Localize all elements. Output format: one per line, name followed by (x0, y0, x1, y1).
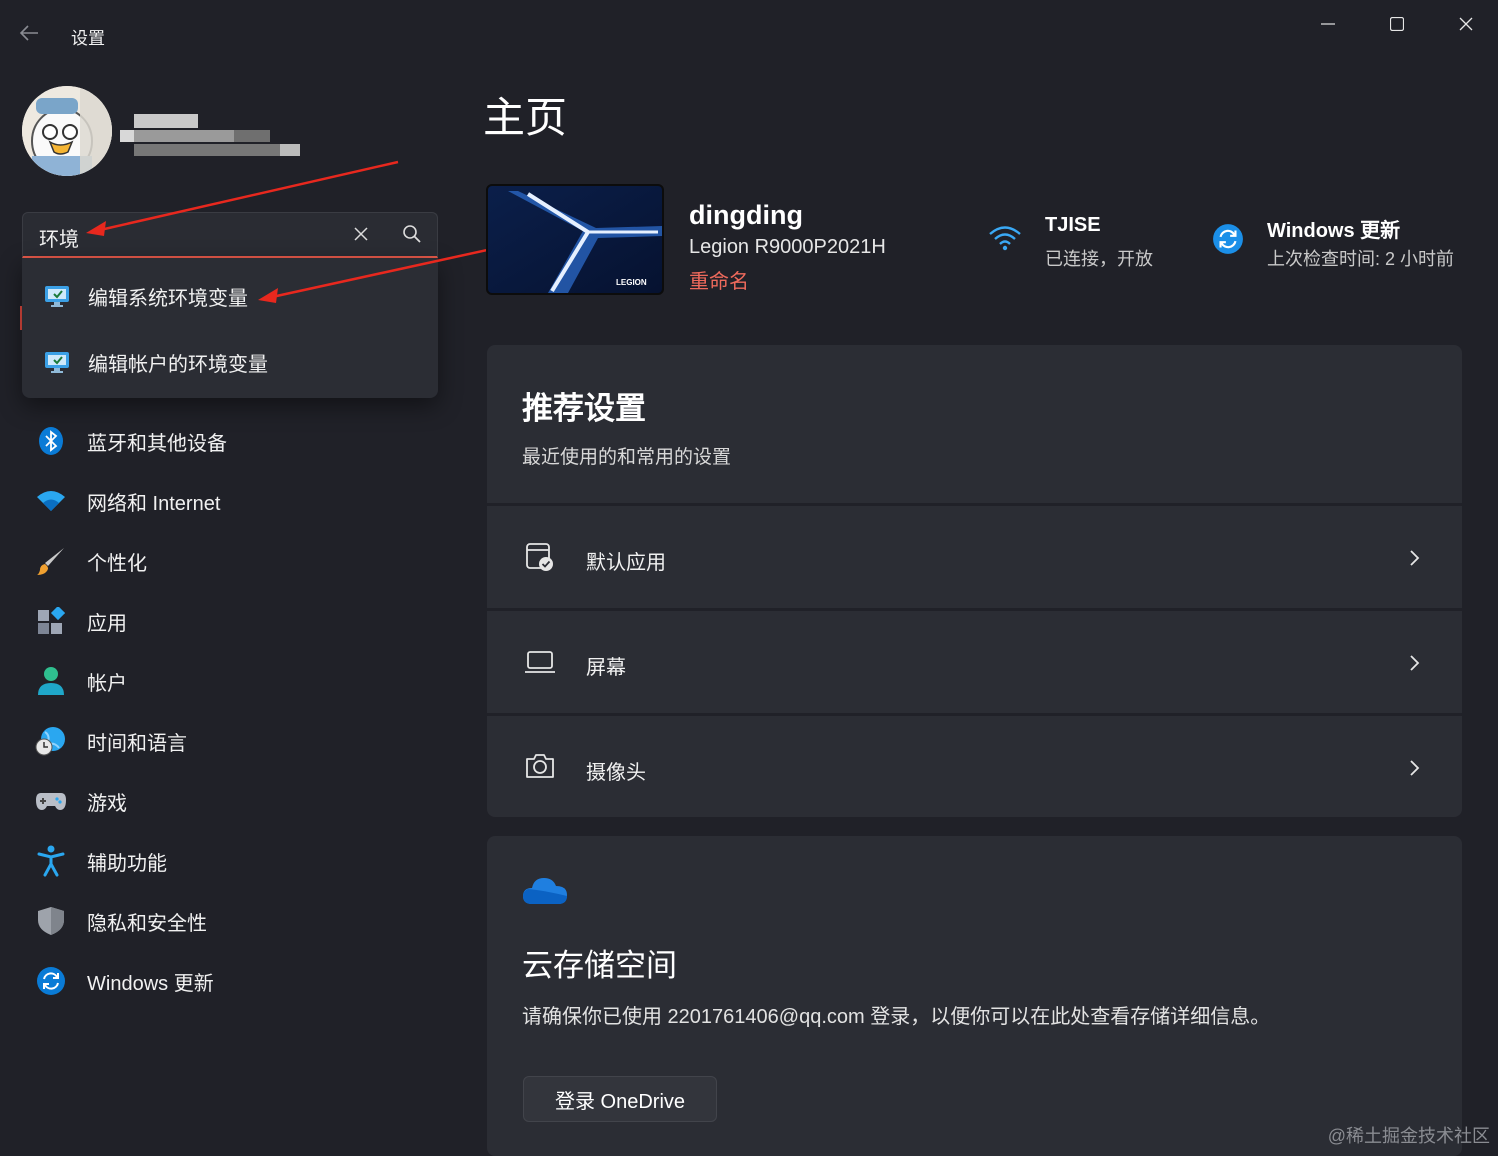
sidebar-item-personalization[interactable]: 个性化 (22, 533, 438, 589)
chevron-right-icon (1404, 548, 1424, 568)
recommended-item-display[interactable] (487, 611, 1462, 713)
chevron-right-icon (1404, 758, 1424, 778)
rename-link[interactable]: 重命名 (689, 265, 749, 294)
update-status-icon (1212, 223, 1244, 255)
network-status: 已连接，开放 (1045, 249, 1153, 269)
sidebar-item-label: 游戏 (87, 792, 127, 815)
sidebar-item-label: 辅助功能 (87, 852, 167, 875)
watermark: @稀土掘金技术社区 (1327, 1126, 1490, 1146)
recommended-title: 推荐设置 (522, 391, 646, 426)
wifi-status-icon (988, 224, 1022, 252)
sidebar-item-windows-update[interactable]: Windows 更新 (22, 953, 438, 1009)
recommended-item-label: 屏幕 (586, 657, 626, 679)
search-result-system-env[interactable]: 编辑系统环境变量 (22, 263, 438, 329)
system-env-icon (44, 284, 70, 308)
search-input[interactable]: 环境 (39, 223, 79, 252)
account-env-icon (44, 350, 70, 374)
app-title: 设置 (71, 29, 105, 48)
sidebar-item-label: 网络和 Internet (87, 492, 221, 515)
network-name[interactable]: TJISE (1045, 214, 1101, 237)
sidebar-item-time-language[interactable]: 时间和语言 (22, 713, 438, 769)
sidebar-item-privacy[interactable]: 隐私和安全性 (22, 893, 438, 949)
sidebar-item-bluetooth[interactable]: 蓝牙和其他设备 (22, 413, 438, 469)
maximize-icon[interactable] (1374, 10, 1420, 38)
sidebar-item-accessibility[interactable]: 辅助功能 (22, 833, 438, 889)
page-title: 主页 (483, 94, 568, 141)
account-icon (34, 664, 68, 698)
bluetooth-icon (34, 424, 68, 458)
search-result-account-env[interactable]: 编辑帐户的环境变量 (22, 329, 438, 395)
gamepad-icon (34, 784, 68, 818)
sidebar-item-accounts[interactable]: 帐户 (22, 653, 438, 709)
device-wallpaper: LEGION (486, 184, 664, 295)
avatar[interactable] (22, 86, 112, 176)
shield-icon (34, 904, 68, 938)
globe-clock-icon (34, 724, 68, 758)
cloud-storage-message: 请确保你已使用 2201761406@qq.com 登录，以便你可以在此处查看存… (522, 1006, 1271, 1028)
search-icon[interactable] (401, 223, 425, 247)
close-icon[interactable] (1443, 10, 1489, 38)
device-name: dingding (689, 200, 803, 230)
sidebar-item-label: 个性化 (87, 552, 147, 575)
sidebar-item-label: 蓝牙和其他设备 (87, 432, 227, 455)
sidebar-item-gaming[interactable]: 游戏 (22, 773, 438, 829)
update-status: 上次检查时间: 2 小时前 (1267, 249, 1455, 269)
device-logo-text: LEGION (616, 278, 647, 287)
recommended-item-label: 默认应用 (586, 552, 666, 574)
minimize-icon[interactable] (1305, 10, 1351, 38)
chevron-right-icon (1404, 653, 1424, 673)
back-arrow-icon[interactable] (18, 22, 44, 48)
sidebar-item-label: 隐私和安全性 (87, 912, 207, 935)
sidebar-item-network[interactable]: 网络和 Internet (22, 473, 438, 529)
search-result-label: 编辑系统环境变量 (88, 287, 248, 310)
camera-icon (524, 750, 558, 784)
clear-icon[interactable] (349, 222, 373, 246)
cloud-storage-title: 云存储空间 (522, 948, 677, 983)
sidebar-item-label: 帐户 (87, 672, 127, 695)
default-apps-icon (524, 541, 558, 575)
recommended-subtitle: 最近使用的和常用的设置 (522, 447, 732, 468)
sidebar-item-label: 应用 (87, 612, 127, 635)
sidebar-item-label: Windows 更新 (87, 972, 214, 995)
apps-icon (34, 604, 68, 638)
sidebar-item-label: 时间和语言 (87, 732, 187, 755)
laptop-icon (524, 646, 558, 680)
update-icon (34, 964, 68, 998)
recommended-item-label: 摄像头 (586, 762, 646, 784)
accessibility-icon (34, 844, 68, 878)
onedrive-signin-button[interactable]: 登录 OneDrive (523, 1076, 717, 1122)
search-box[interactable]: 环境 (22, 212, 438, 258)
search-results-dropdown: 编辑系统环境变量 编辑帐户的环境变量 (22, 258, 438, 398)
wifi-icon (34, 484, 68, 518)
update-title[interactable]: Windows 更新 (1267, 214, 1400, 243)
search-result-label: 编辑帐户的环境变量 (88, 353, 268, 376)
cloud-icon (522, 874, 568, 906)
sidebar-item-apps[interactable]: 应用 (22, 593, 438, 649)
brush-icon (34, 544, 68, 578)
device-model: Legion R9000P2021H (689, 236, 886, 258)
